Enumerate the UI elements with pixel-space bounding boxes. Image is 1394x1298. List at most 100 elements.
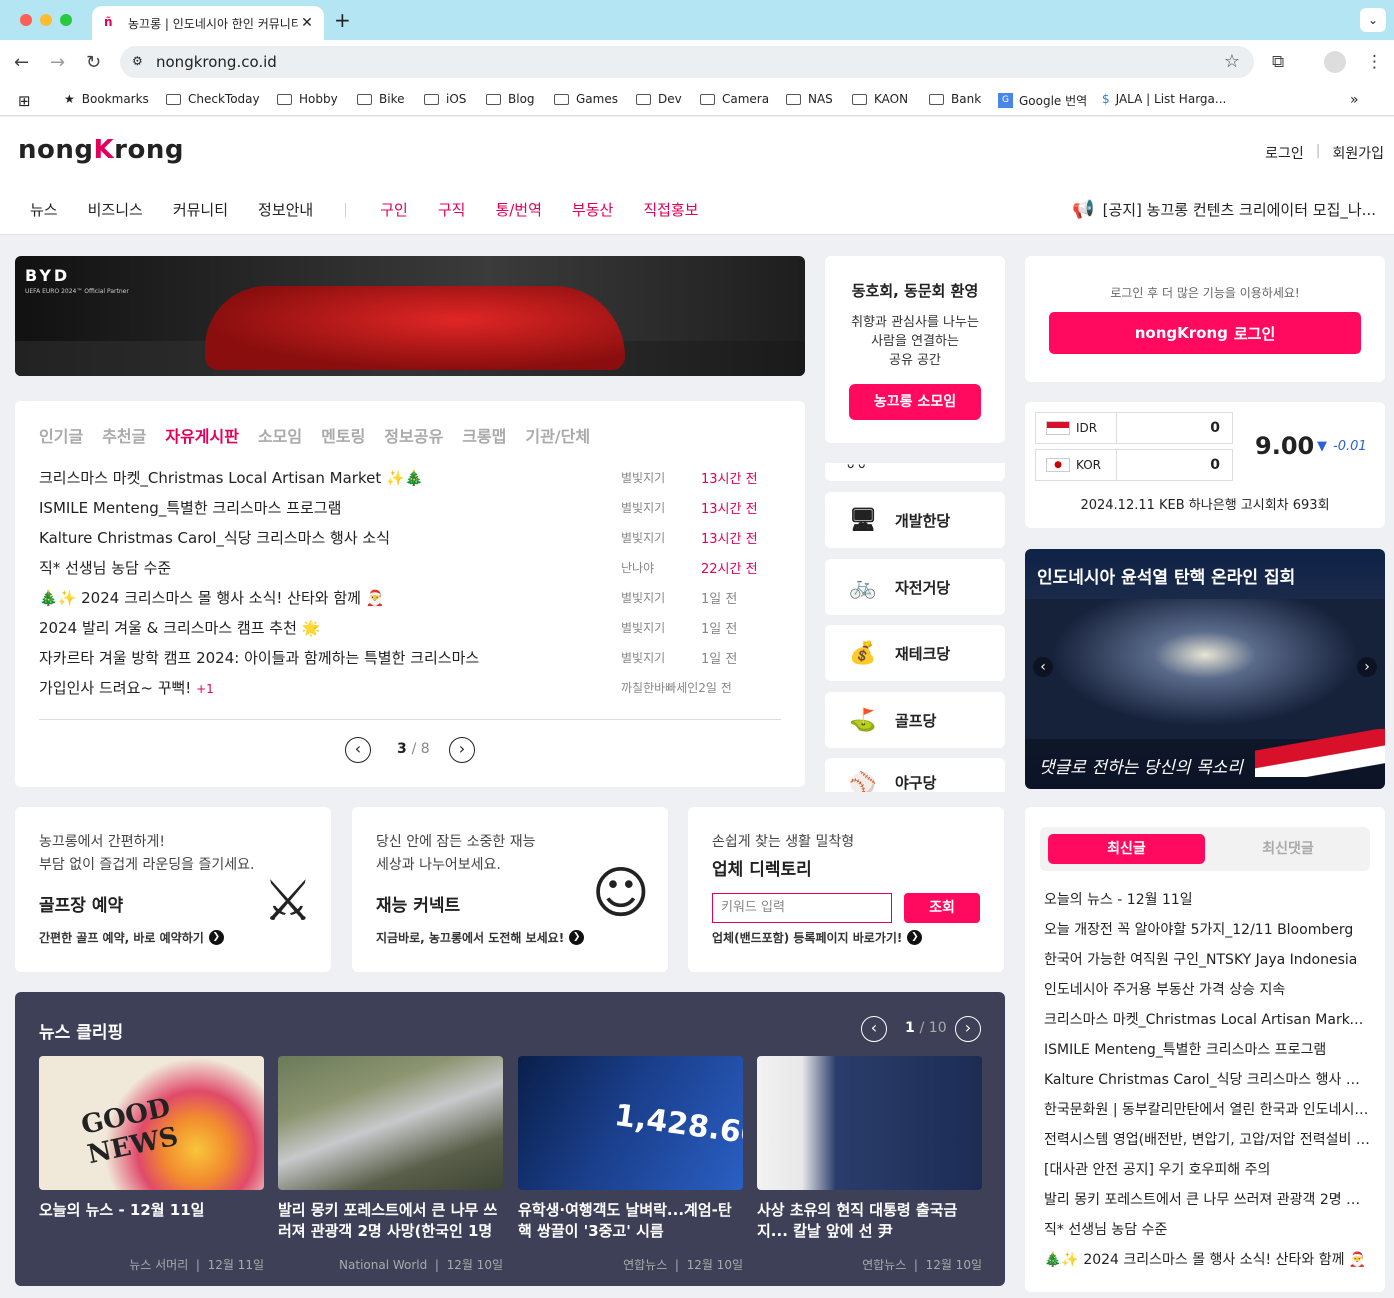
tab-search-chevron-icon[interactable]: ⌄ (1360, 8, 1386, 32)
promo-next-icon[interactable]: › (1357, 657, 1377, 677)
board-row[interactable]: 🎄✨ 2024 크리스마스 몰 행사 소식! 산타와 함께 🎅 별빛지기 1일 전 (39, 587, 779, 609)
forward-arrow-icon[interactable]: → (50, 52, 65, 73)
board-row[interactable]: ISMILE Menteng_특별한 크리스마스 프로그램 별빛지기 13시간 전 (39, 497, 779, 519)
category-bike[interactable]: 🚲 자전거당 (825, 559, 1005, 615)
nav-news[interactable]: 뉴스 (30, 199, 58, 220)
promo-banner[interactable]: 인도네시아 윤석열 탄핵 온라인 집회 ‹ › 댓글로 전하는 당신의 목소리 (1025, 549, 1385, 789)
extensions-icon[interactable]: ⧉ (1272, 52, 1284, 72)
bookmark-folder[interactable]: Dev (636, 92, 682, 106)
latest-item[interactable]: [대사관 안전 공지] 우기 호우피해 주의 (1044, 1159, 1370, 1179)
zoom-window-button[interactable] (60, 14, 72, 26)
browser-tab[interactable]: ñ 농끄롱 | 인도네시아 한인 커뮤니티 ✕ (92, 6, 324, 40)
close-tab-icon[interactable]: ✕ (298, 15, 316, 31)
apps-grid-icon[interactable]: ⊞ (18, 92, 31, 110)
site-logo[interactable]: nongKrong (18, 135, 184, 165)
latest-item[interactable]: 🎄✨ 2024 크리스마스 몰 행사 소식! 산타와 함께 🎅 (1044, 1249, 1370, 1269)
prev-page-chevron-icon[interactable]: ‹ (345, 737, 371, 763)
category-dev[interactable]: 🖥 개발한당 (825, 492, 1005, 548)
bookmark-folder[interactable]: Games (554, 92, 618, 106)
tab-info-share[interactable]: 정보공유 (384, 423, 443, 447)
tab-free-board[interactable]: 자유게시판 (165, 423, 239, 447)
board-row[interactable]: 크리스마스 마켓_Christmas Local Artisan Market … (39, 467, 779, 489)
board-row[interactable]: 자카르타 겨울 방학 캠프 2024: 아이들과 함께하는 특별한 크리스마스 별… (39, 647, 779, 669)
news-next-chevron-icon[interactable]: › (955, 1016, 981, 1042)
bookmark-folder[interactable]: iOS (424, 92, 466, 106)
notice-ticker[interactable]: 📢 [공지] 농끄롱 컨텐츠 크리에이터 모집_나... (1072, 199, 1376, 220)
profile-avatar[interactable] (1324, 51, 1346, 73)
close-window-button[interactable] (20, 14, 32, 26)
tab-organizations[interactable]: 기관/단체 (525, 423, 590, 447)
talent-connect-link[interactable]: 지금바로, 농끄롱에서 도전해 보세요! ❯ (376, 929, 585, 946)
latest-item[interactable]: 오늘의 뉴스 - 12월 11일 (1044, 889, 1370, 909)
reload-icon[interactable]: ↻ (86, 52, 101, 73)
board-row[interactable]: 2024 발리 겨울 & 크리스마스 캠프 추천 🌟 별빛지기 1일 전 (39, 617, 779, 639)
address-bar[interactable]: ⚙ nongkrong.co.id ☆ (120, 46, 1254, 78)
tab-latest-comments[interactable]: 최신댓글 (1212, 834, 1364, 864)
bookmark-item[interactable]: $ JALA | List Harga... (1102, 92, 1226, 106)
keyword-input[interactable]: 키워드 입력 (712, 893, 892, 923)
nav-business[interactable]: 비즈니스 (88, 199, 143, 220)
tab-popular[interactable]: 인기글 (39, 423, 83, 447)
login-link[interactable]: 로그인 (1265, 143, 1304, 163)
tab-latest-posts[interactable]: 최신글 (1048, 834, 1205, 864)
tab-recommended[interactable]: 추천글 (102, 423, 146, 447)
minimize-window-button[interactable] (40, 14, 52, 26)
board-row[interactable]: Kalture Christmas Carol_식당 크리스마스 행사 소식 별빛… (39, 527, 779, 549)
bookmark-item[interactable]: G Google 번역 (998, 92, 1087, 109)
latest-item[interactable]: 크리스마스 마켓_Christmas Local Artisan Market … (1044, 1009, 1370, 1029)
currency-row-kor[interactable]: ● KOR 0 (1035, 449, 1233, 481)
promo-prev-icon[interactable]: ‹ (1033, 657, 1053, 677)
nav-translation[interactable]: 통/번역 (495, 199, 541, 220)
nav-promotion[interactable]: 직접홍보 (643, 199, 698, 220)
news-card[interactable]: 사상 초유의 현직 대통령 출국금지... 칼날 앞에 선 尹 연합뉴스 | 1… (757, 1056, 982, 1273)
nav-job-seeking[interactable]: 구직 (438, 199, 466, 220)
browser-menu-icon[interactable]: ⋮ (1366, 52, 1383, 72)
category-baseball[interactable]: ⚾ 야구당 (825, 758, 1005, 792)
news-prev-chevron-icon[interactable]: ‹ (861, 1016, 887, 1042)
site-settings-icon[interactable]: ⚙ (132, 54, 143, 68)
idr-amount-input[interactable]: 0 (1116, 413, 1232, 443)
search-button[interactable]: 조회 (904, 893, 980, 923)
news-card[interactable]: 발리 몽키 포레스트에서 큰 나무 쓰러져 관광객 2명 사망(한국인 1명 포… (278, 1056, 503, 1273)
new-tab-icon[interactable]: + (334, 8, 351, 32)
signup-link[interactable]: 회원가입 (1332, 143, 1384, 163)
bookmark-folder[interactable]: Bike (357, 92, 404, 106)
bookmark-folder[interactable]: CheckToday (166, 92, 260, 106)
currency-row-idr[interactable]: IDR 0 (1035, 412, 1233, 444)
latest-item[interactable]: 한국문화원 | 동부칼리만탄에서 열린 한국과 인도네시아... (1044, 1099, 1370, 1119)
nav-real-estate[interactable]: 부동산 (572, 199, 613, 220)
nav-community[interactable]: 커뮤니티 (173, 199, 228, 220)
board-row[interactable]: 직* 선생님 농담 수준 난나야 22시간 전 (39, 557, 779, 579)
latest-item[interactable]: 발리 몽키 포레스트에서 큰 나무 쓰러져 관광객 2명 사망(... (1044, 1189, 1370, 1209)
bookmark-folder[interactable]: Camera (700, 92, 769, 106)
latest-item[interactable]: 한국어 가능한 여직원 구인_NTSKY Jaya Indonesia (1044, 949, 1370, 969)
news-card[interactable]: 1,428.60 유학생·여행객도 날벼락...계엄-탄핵 쌍끌이 '3중고' … (518, 1056, 743, 1273)
board-row[interactable]: 가입인사 드려요~ 꾸뻑! +1 까칠한바빠세인2일 전 (39, 677, 779, 699)
back-arrow-icon[interactable]: ← (14, 52, 29, 73)
ad-banner[interactable]: BYD UEFA EURO 2024™ Official Partner (15, 256, 805, 376)
next-page-chevron-icon[interactable]: › (449, 737, 475, 763)
more-bookmarks-icon[interactable]: » (1350, 92, 1359, 108)
bookmark-folder[interactable]: KAON (852, 92, 908, 106)
directory-register-link[interactable]: 업체(밴드포함) 등록페이지 바로가기! ❯ (712, 929, 923, 946)
golf-booking-card[interactable]: 농끄롱에서 간편하게! 부담 없이 즐겁게 라운딩을 즐기세요. 골프장 예약 간… (15, 807, 331, 972)
latest-item[interactable]: 인도네시아 주거용 부동산 가격 상승 지속 (1044, 979, 1370, 999)
bookmark-folder[interactable]: Blog (486, 92, 535, 106)
category-golf[interactable]: ⛳ 골프당 (825, 692, 1005, 748)
nav-hiring[interactable]: 구인 (380, 199, 408, 220)
tab-mentoring[interactable]: 멘토링 (321, 423, 365, 447)
bookmark-star-icon[interactable]: ☆ (1224, 51, 1240, 72)
bookmark-item[interactable]: ★ Bookmarks (64, 92, 149, 106)
category-finance[interactable]: 💰 재테크당 (825, 625, 1005, 681)
club-button[interactable]: 농끄롱 소모임 (849, 384, 981, 420)
nav-info[interactable]: 정보안내 (258, 199, 313, 220)
latest-item[interactable]: 전력시스템 영업(배전반, 변압기, 고압/저압 전력설비 등)... (1044, 1129, 1370, 1149)
tab-krong-map[interactable]: 크롱맵 (462, 423, 506, 447)
kor-amount-input[interactable]: 0 (1116, 450, 1232, 480)
bookmark-folder[interactable]: Hobby (277, 92, 338, 106)
bookmark-folder[interactable]: NAS (786, 92, 833, 106)
latest-item[interactable]: 직* 선생님 농담 수준 (1044, 1219, 1370, 1239)
bookmark-folder[interactable]: Bank (929, 92, 981, 106)
news-card[interactable]: GOOD NEWS 오늘의 뉴스 - 12월 11일 뉴스 서머리 | 12월 … (39, 1056, 264, 1273)
latest-item[interactable]: Kalture Christmas Carol_식당 크리스마스 행사 소식 (1044, 1069, 1370, 1089)
